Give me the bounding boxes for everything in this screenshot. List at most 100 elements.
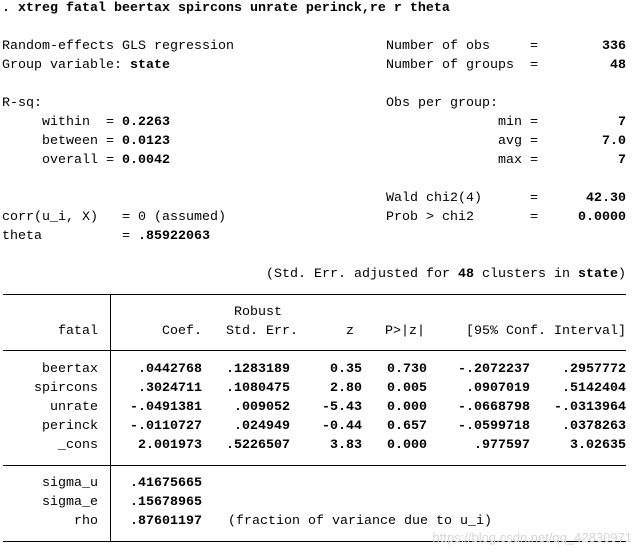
cell-z: 0.35 [330, 362, 362, 377]
cell-se: .5226507 [226, 438, 290, 453]
obs-max-value: 7 [618, 153, 626, 168]
cell-coef: 2.001973 [138, 438, 202, 453]
obs-min-value: 7 [618, 115, 626, 130]
n-obs-label: Number of obs [386, 39, 490, 54]
n-groups-value: 48 [610, 58, 626, 73]
cell-p: 0.730 [387, 362, 427, 377]
n-groups-label: Number of groups [386, 58, 514, 73]
equals: = [122, 210, 130, 225]
equals: = [530, 134, 538, 149]
corr-label: corr(u_i, X) [2, 210, 98, 225]
equals: = [106, 115, 114, 130]
equals: = [530, 210, 538, 225]
cluster-count: 48 [458, 267, 475, 282]
cell-coef: .0442768 [138, 362, 202, 377]
cell-coef: -.0110727 [130, 419, 202, 434]
row-variable: perinck [42, 419, 98, 434]
depvar-header: fatal [58, 324, 98, 339]
col-p-header: P>|z| [385, 324, 425, 339]
variance-value: .15678965 [130, 495, 202, 510]
variance-label: sigma_e [42, 495, 98, 510]
cell-p: 0.657 [387, 419, 427, 434]
watermark: https://blog.csdn.net/qq_42830971 [432, 530, 633, 545]
cell-z: 3.83 [330, 438, 362, 453]
cell-lo: -.0599718 [458, 419, 530, 434]
equals: = [106, 153, 114, 168]
equals: = [530, 191, 538, 206]
cell-se: .1080475 [226, 381, 290, 396]
cell-z: -5.43 [322, 400, 362, 415]
table-variance-rule [3, 465, 626, 466]
rsq-label: R-sq: [2, 96, 42, 111]
rsq-between-label: between [42, 134, 98, 149]
rsq-overall-value: 0.0042 [122, 153, 170, 168]
cell-p: 0.000 [387, 438, 427, 453]
variance-note: (fraction of variance due to u_i) [228, 514, 492, 529]
obs-avg-value: 7.0 [602, 134, 626, 149]
cell-z: 2.80 [330, 381, 362, 396]
equals: = [530, 153, 538, 168]
row-variable: unrate [50, 400, 98, 415]
variance-label: sigma_u [42, 476, 98, 491]
cluster-note-text: ) [618, 267, 626, 282]
row-variable: spircons [34, 381, 98, 396]
col-se-header: Std. Err. [226, 324, 298, 339]
rsq-between-value: 0.0123 [122, 134, 170, 149]
cluster-note-text: clusters in [474, 267, 578, 282]
rsq-overall-label: overall [42, 153, 98, 168]
col-coef-header: Coef. [162, 324, 202, 339]
cluster-note-text: (Std. Err. adjusted for [266, 267, 459, 282]
wald-value: 42.30 [586, 191, 626, 206]
cell-p: 0.000 [387, 400, 427, 415]
equals: = [530, 58, 538, 73]
cell-hi: 3.02635 [570, 438, 626, 453]
variance-value: .41675665 [130, 476, 202, 491]
cell-lo: .977597 [474, 438, 530, 453]
equals: = [530, 115, 538, 130]
equals: = [122, 229, 130, 244]
rsq-within-value: 0.2263 [122, 115, 170, 130]
command-line: . xtreg fatal beertax spircons unrate pe… [2, 1, 450, 16]
cell-hi: .2957772 [562, 362, 626, 377]
equals: = [530, 39, 538, 54]
group-variable-label: Group variable: [2, 58, 122, 73]
obs-per-group-label: Obs per group: [386, 96, 498, 111]
cell-se: .009052 [234, 400, 290, 415]
cell-lo: -.2072237 [458, 362, 530, 377]
robust-header: Robust [234, 305, 282, 320]
cell-se: .1283189 [226, 362, 290, 377]
cell-coef: .3024711 [138, 381, 202, 396]
table-vertical-rule [110, 294, 111, 542]
cluster-variable: state [578, 267, 618, 282]
row-variable: _cons [58, 438, 98, 453]
obs-avg-label: avg [498, 134, 522, 149]
row-variable: beertax [42, 362, 98, 377]
equals: = [106, 134, 114, 149]
table-top-rule [3, 294, 626, 295]
cell-hi: .0378263 [562, 419, 626, 434]
variance-value: .87601197 [130, 514, 202, 529]
obs-max-label: max [498, 153, 522, 168]
model-title: Random-effects GLS regression [2, 39, 234, 54]
cluster-note: (Std. Err. adjusted for 48 clusters in s… [266, 266, 626, 284]
theta-value: .85922063 [138, 229, 210, 244]
prob-label: Prob > chi2 [386, 210, 474, 225]
prob-value: 0.0000 [578, 210, 626, 225]
wald-label: Wald chi2(4) [386, 191, 482, 206]
corr-value: 0 (assumed) [138, 210, 226, 225]
cell-se: .024949 [234, 419, 290, 434]
cell-lo: -.0668798 [458, 400, 530, 415]
cell-z: -0.44 [322, 419, 362, 434]
group-variable-value: state [129, 58, 170, 73]
table-header-rule [3, 350, 626, 351]
theta-label: theta [2, 229, 42, 244]
rsq-within-label: within [42, 115, 90, 130]
variance-label: rho [74, 514, 98, 529]
group-variable: Group variable: state [2, 57, 170, 75]
col-ci-header: [95% Conf. Interval] [466, 324, 626, 339]
cell-hi: .5142404 [562, 381, 626, 396]
cell-p: 0.005 [387, 381, 427, 396]
cell-hi: -.0313964 [554, 400, 626, 415]
col-z-header: z [346, 324, 354, 339]
cell-coef: -.0491381 [130, 400, 202, 415]
